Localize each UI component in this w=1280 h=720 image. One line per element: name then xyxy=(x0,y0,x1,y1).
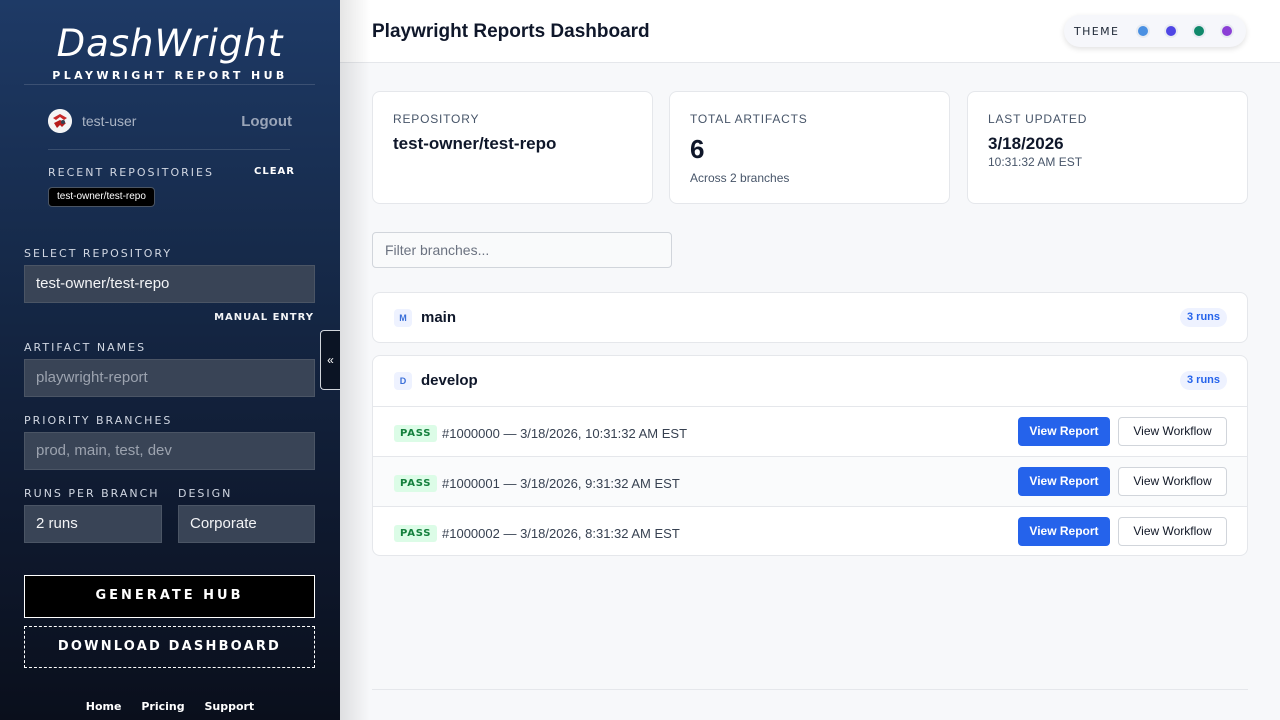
artifact-names-input[interactable]: playwright-report xyxy=(24,359,315,397)
runs-per-branch-select[interactable]: 2 runs xyxy=(24,505,162,543)
sidebar-shadow xyxy=(340,0,370,720)
view-workflow-button[interactable]: View Workflow xyxy=(1118,417,1227,446)
user-row: test-user Logout xyxy=(48,108,292,134)
branch-initial-badge: D xyxy=(394,372,412,390)
divider xyxy=(48,149,290,150)
brand: DashWright PLAYWRIGHT REPORT HUB xyxy=(0,22,340,82)
recent-repo-chip[interactable]: test-owner/test-repo xyxy=(48,187,155,207)
run-row: PASS #1000002 — 3/18/2026, 8:31:32 AM ES… xyxy=(373,506,1247,555)
branch-name: main xyxy=(421,309,457,326)
card-label: TOTAL ARTIFACTS xyxy=(690,112,808,126)
manual-entry-link[interactable]: MANUAL ENTRY xyxy=(214,312,314,323)
footer-link-support[interactable]: Support xyxy=(204,700,254,713)
artifacts-card: TOTAL ARTIFACTS 6 Across 2 branches xyxy=(669,91,950,204)
username: test-user xyxy=(82,113,137,129)
view-workflow-button[interactable]: View Workflow xyxy=(1118,467,1227,496)
card-value: test-owner/test-repo xyxy=(393,134,557,153)
card-value: 3/18/2026 xyxy=(988,134,1064,153)
footer-link-pricing[interactable]: Pricing xyxy=(141,700,184,713)
branch-main: M main 3 runs xyxy=(372,292,1248,343)
status-badge: PASS xyxy=(394,425,438,442)
clear-recent-button[interactable]: CLEAR xyxy=(254,166,295,177)
branch-name: develop xyxy=(421,372,478,389)
footer-divider xyxy=(372,689,1248,690)
theme-swatch-indigo[interactable] xyxy=(1164,24,1178,38)
view-report-button[interactable]: View Report xyxy=(1018,467,1110,496)
branch-develop: D develop 3 runs PASS #1000000 — 3/18/20… xyxy=(372,355,1248,556)
card-subtext: 10:31:32 AM EST xyxy=(988,155,1083,169)
status-badge: PASS xyxy=(394,525,438,542)
page-title: Playwright Reports Dashboard xyxy=(372,21,650,42)
view-report-button[interactable]: View Report xyxy=(1018,517,1110,546)
design-select[interactable]: Corporate xyxy=(178,505,315,543)
filter-branches-input[interactable]: Filter branches... xyxy=(372,232,672,268)
artifact-names-label: ARTIFACT NAMES xyxy=(24,341,147,354)
run-row: PASS #1000001 — 3/18/2026, 9:31:32 AM ES… xyxy=(373,456,1247,506)
card-label: LAST UPDATED xyxy=(988,112,1088,126)
theme-label: THEME xyxy=(1074,25,1120,38)
repository-select[interactable]: test-owner/test-repo xyxy=(24,265,315,303)
run-row: PASS #1000000 — 3/18/2026, 10:31:32 AM E… xyxy=(373,406,1247,456)
footer-link-home[interactable]: Home xyxy=(86,700,122,713)
header: Playwright Reports Dashboard THEME xyxy=(340,0,1280,63)
run-info: #1000001 — 3/18/2026, 9:31:32 AM EST xyxy=(442,476,680,491)
theme-swatch-purple[interactable] xyxy=(1220,24,1234,38)
footer-links: Home Pricing Support xyxy=(0,700,340,713)
theme-picker: THEME xyxy=(1064,15,1246,47)
design-label: DESIGN xyxy=(178,487,233,500)
run-info: #1000002 — 3/18/2026, 8:31:32 AM EST xyxy=(442,526,680,541)
repository-card: REPOSITORY test-owner/test-repo xyxy=(372,91,653,204)
runs-per-branch-label: RUNS PER BRANCH xyxy=(24,487,160,500)
branch-header[interactable]: M main 3 runs xyxy=(373,293,1247,342)
card-value: 6 xyxy=(690,134,705,164)
brand-title: DashWright xyxy=(56,22,284,65)
branch-header[interactable]: D develop 3 runs xyxy=(373,356,1247,406)
runs-count-badge: 3 runs xyxy=(1179,308,1227,327)
theme-swatch-blue[interactable] xyxy=(1136,24,1150,38)
card-label: REPOSITORY xyxy=(393,112,480,126)
priority-branches-label: PRIORITY BRANCHES xyxy=(24,414,173,427)
branch-initial-badge: M xyxy=(394,309,412,327)
download-dashboard-button[interactable]: DOWNLOAD DASHBOARD xyxy=(24,626,315,668)
view-report-button[interactable]: View Report xyxy=(1018,417,1110,446)
avatar xyxy=(48,109,72,133)
collapse-sidebar-icon[interactable]: « xyxy=(320,330,340,390)
runs-count-badge: 3 runs xyxy=(1179,371,1227,390)
priority-branches-input[interactable]: prod, main, test, dev xyxy=(24,432,315,470)
view-workflow-button[interactable]: View Workflow xyxy=(1118,517,1227,546)
generate-hub-button[interactable]: GENERATE HUB xyxy=(24,575,315,618)
select-repository-label: SELECT REPOSITORY xyxy=(24,247,173,260)
run-info: #1000000 — 3/18/2026, 10:31:32 AM EST xyxy=(442,426,688,441)
last-updated-card: LAST UPDATED 3/18/2026 10:31:32 AM EST xyxy=(967,91,1248,204)
theme-swatch-green[interactable] xyxy=(1192,24,1206,38)
status-badge: PASS xyxy=(394,475,438,492)
avatar-icon xyxy=(48,109,72,133)
divider xyxy=(24,84,315,85)
sidebar: DashWright PLAYWRIGHT REPORT HUB test-us… xyxy=(0,0,340,720)
recent-repositories-label: RECENT REPOSITORIES xyxy=(48,166,214,179)
card-subtext: Across 2 branches xyxy=(690,171,790,185)
logout-button[interactable]: Logout xyxy=(241,113,292,130)
brand-subtitle: PLAYWRIGHT REPORT HUB xyxy=(52,69,288,82)
